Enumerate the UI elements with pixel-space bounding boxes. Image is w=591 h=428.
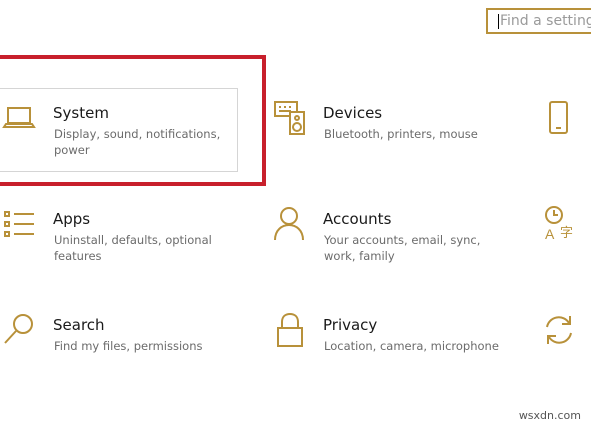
svg-text:字: 字: [560, 226, 573, 241]
apps-list-icon: [2, 208, 36, 242]
magnifier-icon: [2, 312, 36, 346]
settings-tile-accounts[interactable]: Accounts Your accounts, email, sync, wor…: [268, 206, 508, 276]
tile-desc-privacy: Location, camera, microphone: [324, 339, 499, 353]
watermark: wsxdn.com: [518, 409, 581, 422]
settings-tile-devices[interactable]: Devices Bluetooth, printers, mouse: [268, 96, 508, 166]
tile-desc-accounts: Your accounts, email, sync, work, family: [324, 233, 481, 263]
find-setting-search-box[interactable]: [486, 8, 591, 34]
settings-tile-update-security[interactable]: [541, 312, 591, 352]
settings-tile-time-language[interactable]: A 字: [540, 204, 591, 244]
tile-title-system: System: [53, 104, 109, 122]
tile-desc-search: Find my files, permissions: [54, 339, 203, 353]
laptop-icon: [2, 102, 36, 132]
search-input[interactable]: [488, 10, 591, 32]
tile-title-devices: Devices: [323, 104, 383, 122]
tile-desc-apps: Uninstall, defaults, optional features: [54, 233, 212, 263]
tile-title-apps: Apps: [53, 210, 91, 228]
tile-title-search: Search: [53, 316, 105, 334]
time-language-icon: A 字: [542, 204, 578, 242]
phone-icon: [547, 100, 571, 136]
person-icon: [272, 206, 306, 242]
lock-icon: [276, 312, 304, 348]
settings-tile-privacy[interactable]: Privacy Location, camera, microphone: [268, 312, 508, 372]
svg-text:A: A: [545, 226, 555, 242]
tile-title-privacy: Privacy: [323, 316, 378, 334]
settings-tile-phone[interactable]: [543, 100, 591, 140]
tile-title-accounts: Accounts: [323, 210, 392, 228]
settings-tile-system[interactable]: System Display, sound, notifications, po…: [0, 96, 236, 166]
tile-desc-system: Display, sound, notifications, power: [54, 127, 221, 157]
settings-tile-apps[interactable]: Apps Uninstall, defaults, optional featu…: [0, 206, 236, 276]
keyboard-speaker-icon: [273, 98, 307, 136]
tile-desc-devices: Bluetooth, printers, mouse: [324, 127, 478, 141]
settings-tile-search[interactable]: Search Find my files, permissions: [0, 312, 236, 372]
sync-icon: [541, 312, 577, 348]
